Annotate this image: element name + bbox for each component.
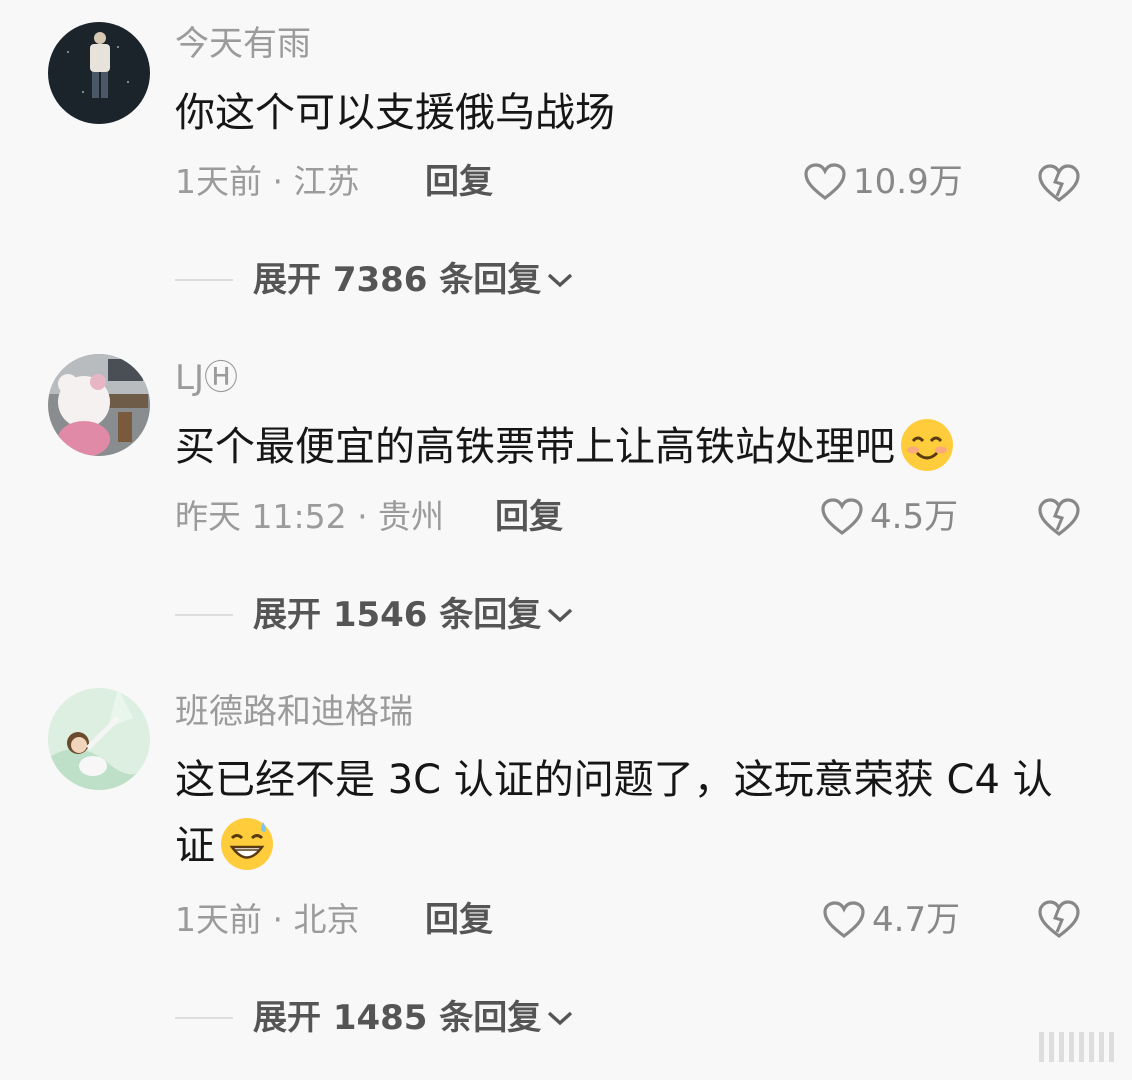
like-button[interactable]: 4.7万 xyxy=(822,900,960,940)
like-button[interactable]: 10.9万 xyxy=(803,162,963,202)
comment-text: 买个最便宜的高铁票带上让高铁站处理吧 xyxy=(175,414,1065,480)
divider xyxy=(175,614,233,616)
broken-heart-icon[interactable] xyxy=(1036,496,1082,538)
watermark-bars xyxy=(1039,1032,1114,1062)
expand-label: 展开 1546 条回复 xyxy=(253,595,542,635)
comment-meta: 1天前 · 北京 xyxy=(175,900,360,939)
username[interactable]: 今天有雨 xyxy=(175,24,311,64)
divider xyxy=(175,279,233,281)
comment-text: 这已经不是 3C 认证的问题了，这玩意荣获 C4 认证 xyxy=(175,747,1065,879)
avatar[interactable] xyxy=(48,22,150,124)
grin-sweat-emoji-icon xyxy=(221,818,273,870)
comment-text-content: 你这个可以支援俄乌战场 xyxy=(175,90,615,136)
avatar[interactable] xyxy=(48,688,150,790)
reply-button[interactable]: 回复 xyxy=(495,497,563,537)
like-count: 10.9万 xyxy=(853,162,963,202)
like-count: 4.5万 xyxy=(870,497,959,537)
heart-icon xyxy=(821,498,863,536)
smile-emoji-icon xyxy=(901,419,953,471)
reply-button[interactable]: 回复 xyxy=(425,162,493,202)
like-count: 4.7万 xyxy=(872,900,961,940)
expand-replies-button[interactable]: 展开 7386 条回复 xyxy=(175,260,575,300)
comment-text-content: 这已经不是 3C 认证的问题了，这玩意荣获 C4 认证 xyxy=(175,757,1053,869)
comment-text: 你这个可以支援俄乌战场 xyxy=(175,80,1065,146)
avatar[interactable] xyxy=(48,354,150,456)
expand-replies-button[interactable]: 展开 1546 条回复 xyxy=(175,595,575,635)
expand-replies-button[interactable]: 展开 1485 条回复 xyxy=(175,998,575,1038)
username[interactable]: 班德路和迪格瑞 xyxy=(175,692,413,732)
chevron-down-icon xyxy=(548,608,573,623)
reply-button[interactable]: 回复 xyxy=(425,900,493,940)
like-button[interactable]: 4.5万 xyxy=(820,497,958,537)
chevron-down-icon xyxy=(548,273,573,288)
heart-icon xyxy=(823,901,865,939)
heart-icon xyxy=(804,163,846,201)
broken-heart-icon[interactable] xyxy=(1036,898,1082,940)
comment-meta: 1天前 · 江苏 xyxy=(175,162,360,201)
comment-text-content: 买个最便宜的高铁票带上让高铁站处理吧 xyxy=(175,424,895,470)
divider xyxy=(175,1017,233,1019)
broken-heart-icon[interactable] xyxy=(1036,162,1082,204)
chevron-down-icon xyxy=(548,1011,573,1026)
username[interactable]: LJⒽ xyxy=(175,358,238,398)
expand-label: 展开 1485 条回复 xyxy=(253,998,542,1038)
comment-meta: 昨天 11:52 · 贵州 xyxy=(175,497,445,536)
expand-label: 展开 7386 条回复 xyxy=(253,260,542,300)
